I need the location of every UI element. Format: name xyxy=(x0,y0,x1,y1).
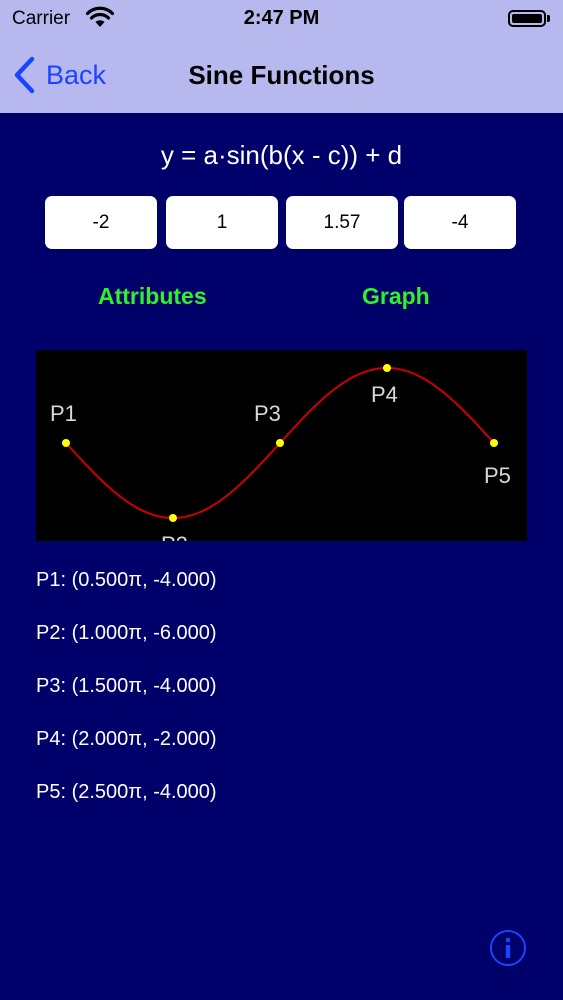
param-d-input[interactable] xyxy=(404,196,516,249)
graph-point-p1 xyxy=(62,439,70,447)
status-time: 2:47 PM xyxy=(243,7,320,29)
graph-label-p3: P3 xyxy=(254,401,281,426)
point-p4: P4: (2.000π, -2.000) xyxy=(36,728,217,750)
graph-point-p3 xyxy=(276,439,284,447)
param-b-input[interactable] xyxy=(166,196,278,249)
sine-graph-svg: P1 P2 P3 P4 P5 xyxy=(50,364,511,541)
top-bar: Carrier 2:47 PM Back Sine Functions xyxy=(0,0,563,113)
point-p1: P1: (0.500π, -4.000) xyxy=(36,569,217,591)
graph-label-p2: P2 xyxy=(161,532,188,541)
battery-tip xyxy=(547,15,550,22)
sine-graph: P1 P2 P3 P4 P5 xyxy=(36,350,527,541)
info-icon[interactable] xyxy=(489,929,527,967)
point-p2: P2: (1.000π, -6.000) xyxy=(36,622,217,644)
param-c-input[interactable] xyxy=(286,196,398,249)
graph-label-p4: P4 xyxy=(371,382,398,407)
graph-point-p5 xyxy=(490,439,498,447)
graph-point-p2 xyxy=(169,514,177,522)
graph-label-p1: P1 xyxy=(50,401,77,426)
tab-graph[interactable]: Graph xyxy=(362,283,430,310)
tab-attributes[interactable]: Attributes xyxy=(98,283,207,310)
graph-point-p4 xyxy=(383,364,391,372)
param-a-input[interactable] xyxy=(45,196,157,249)
point-p5: P5: (2.500π, -4.000) xyxy=(36,781,217,803)
graph-label-p5: P5 xyxy=(484,463,511,488)
page-title: Sine Functions xyxy=(188,60,375,90)
point-list: P1: (0.500π, -4.000) P2: (1.000π, -6.000… xyxy=(36,566,217,831)
battery-icon xyxy=(508,10,546,27)
navigation-bar: Back Sine Functions xyxy=(0,40,563,113)
formula-text: y = a·sin(b(x - c)) + d xyxy=(160,140,403,170)
point-p3: P3: (1.500π, -4.000) xyxy=(36,675,217,697)
status-bar: Carrier 2:47 PM xyxy=(0,0,563,40)
